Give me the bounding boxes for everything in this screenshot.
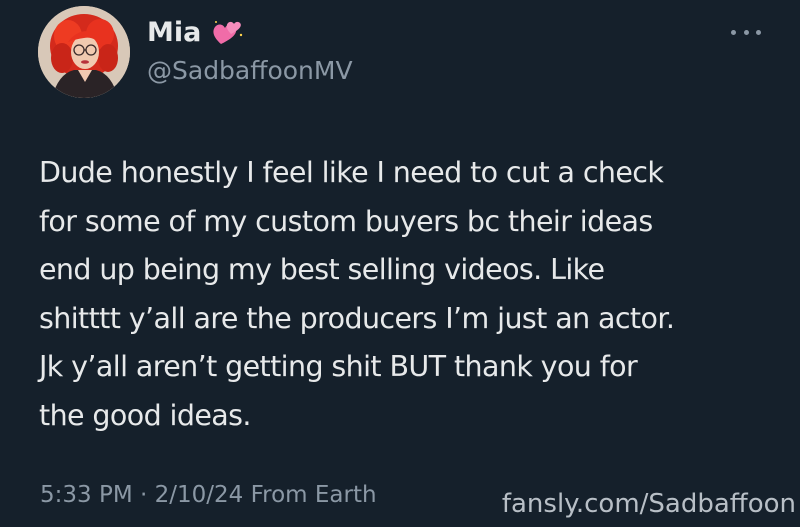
tweet-text-line: end up being my best selling videos. Lik…: [39, 253, 605, 286]
sparkling-heart-icon: [211, 17, 245, 47]
avatar-image: [38, 6, 130, 98]
tweet-text-line: the good ideas.: [39, 398, 251, 432]
tweet-text-line: Jk y’all aren’t getting shit BUT thank y…: [39, 350, 638, 383]
dot: [743, 29, 749, 35]
dot: [756, 29, 761, 35]
tweet-text-line: shitttt y’all are the producers I’m just…: [39, 301, 675, 335]
tweet-card: Mia @SadbaffoonMV Dude honestly I feel l…: [0, 0, 800, 527]
display-name[interactable]: Mia: [147, 17, 201, 48]
more-horizontal-icon[interactable]: [731, 26, 761, 38]
watermark: fansly.com/Sadbaffoon: [501, 489, 796, 519]
author-handle[interactable]: @SadbaffoonMV: [147, 56, 353, 85]
tweet-text-line: for some of my custom buyers bc their id…: [39, 204, 653, 238]
tweet-text-line: Dude honestly I feel like I need to cut …: [39, 156, 664, 189]
tweet-text: Dude honestly I feel like I need to cut …: [39, 149, 779, 440]
tweet-timestamp[interactable]: 5:33 PM · 2/10/24 From Earth: [40, 482, 377, 508]
avatar[interactable]: [38, 6, 130, 98]
dot: [731, 29, 736, 35]
author-name-row[interactable]: Mia: [147, 14, 245, 50]
